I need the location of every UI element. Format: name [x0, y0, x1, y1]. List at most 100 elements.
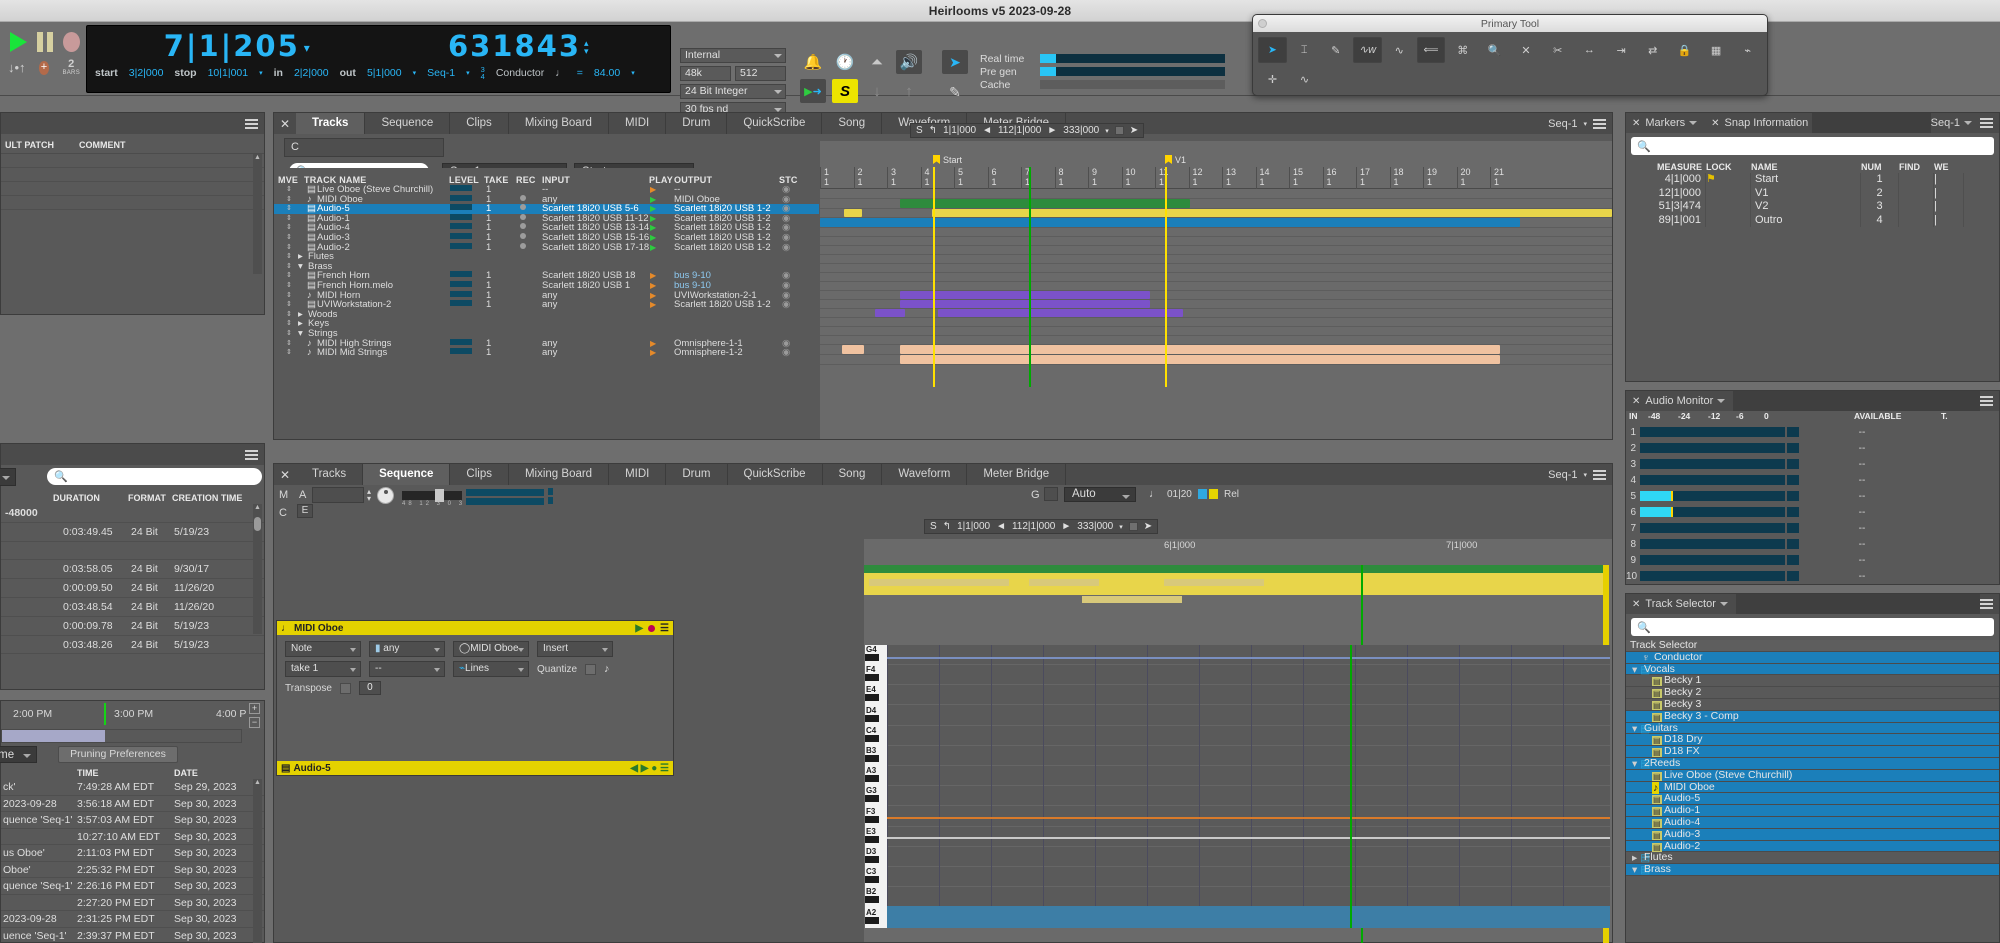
we-cell[interactable]: | — [1934, 213, 1964, 227]
play-icon[interactable] — [10, 32, 27, 52]
tab-song[interactable]: Song — [822, 113, 883, 134]
move-handle-icon[interactable]: ⇕ — [286, 195, 292, 205]
metronome-icon[interactable]: ⏶ — [864, 50, 890, 74]
track-lane[interactable] — [820, 336, 1612, 345]
event-type-select[interactable]: Note — [285, 641, 361, 657]
conductor-cell[interactable]: C — [284, 138, 444, 157]
tab-drum[interactable]: Drum — [666, 113, 728, 134]
audio-clip[interactable] — [844, 209, 862, 217]
chevron-down-icon[interactable] — [1964, 121, 1972, 125]
we-cell[interactable]: | — [1934, 200, 1964, 214]
lock-icon[interactable]: 🔒 — [1670, 37, 1699, 63]
marker-v1[interactable]: V1 — [1165, 155, 1186, 165]
scrollbar[interactable]: ▲ — [253, 779, 262, 943]
play-enable-icon[interactable]: ▶ — [650, 233, 656, 243]
piano-black-key[interactable] — [865, 654, 879, 661]
audio-clip[interactable] — [938, 309, 1183, 317]
conductor-label[interactable]: Conductor — [496, 67, 544, 79]
move-handle-icon[interactable]: ⇕ — [286, 348, 292, 358]
track-lane[interactable] — [820, 273, 1612, 282]
stereo-toggle-icon[interactable]: ◉ — [782, 243, 790, 253]
piano-black-key[interactable] — [865, 876, 879, 884]
playhead[interactable] — [1029, 167, 1031, 387]
level-indicator[interactable] — [450, 194, 472, 201]
table-row[interactable]: us Oboe' 2:11:03 PM EDT Sep 30, 2023 — [1, 845, 264, 862]
transpose-value[interactable]: 0 — [358, 681, 381, 695]
find-cell[interactable] — [1899, 213, 1934, 227]
play-enable-icon[interactable]: ▶ — [650, 214, 656, 224]
record-enable-icon[interactable] — [520, 223, 526, 230]
level-indicator[interactable] — [450, 338, 472, 345]
audio-clip[interactable] — [900, 355, 1500, 364]
memory-cycle-icon[interactable]: ↓•↑ — [8, 61, 26, 74]
move-handle-icon[interactable]: ⇕ — [286, 262, 292, 272]
list-item[interactable] — [1, 196, 264, 210]
bit-depth-select[interactable]: 24 Bit Integer — [680, 84, 786, 99]
move-handle-icon[interactable]: ⇕ — [286, 185, 292, 195]
audio-clip[interactable] — [900, 300, 1150, 308]
take2-select[interactable]: -- — [369, 661, 445, 677]
marker-start[interactable]: Start — [933, 155, 962, 165]
track-lane[interactable] — [820, 291, 1612, 300]
piano-black-key[interactable] — [865, 896, 879, 904]
menu-icon[interactable] — [1593, 468, 1606, 482]
lock-cell[interactable] — [1706, 186, 1751, 200]
close-icon[interactable]: ✕ — [274, 464, 296, 485]
sample-rate-field[interactable]: 48k — [680, 66, 731, 81]
table-row[interactable]: 51|3|474 V2 3 | — [1626, 200, 1999, 214]
midi-region[interactable] — [1029, 579, 1099, 586]
play-enable-icon[interactable]: ▶ — [650, 223, 656, 233]
scissors-icon[interactable]: ✂ — [1543, 37, 1572, 63]
piano-black-key[interactable] — [865, 775, 879, 783]
midi-note[interactable] — [887, 817, 1610, 819]
tab-drum[interactable]: Drum — [666, 464, 728, 485]
audio-clip[interactable] — [900, 199, 1190, 208]
scrollbar[interactable]: ▲ — [253, 504, 262, 634]
midi-region[interactable] — [869, 579, 1009, 586]
folder-expanded-icon[interactable]: ▾ — [298, 329, 303, 339]
roll-icon[interactable]: ⇥ — [1607, 37, 1636, 63]
track-lane[interactable] — [820, 255, 1612, 264]
tab-midi[interactable]: MIDI — [609, 113, 667, 134]
sequence-ruler[interactable]: 6|1|000 7|1|000 — [864, 539, 1612, 565]
piano-black-key[interactable] — [865, 815, 879, 823]
hand-plus-icon[interactable]: ✛ — [1258, 66, 1287, 92]
level-indicator[interactable] — [450, 348, 472, 355]
color-swatch-blue[interactable] — [1198, 489, 1207, 499]
track-name-field[interactable] — [312, 487, 364, 503]
marker-name-cell[interactable]: V2 — [1751, 200, 1861, 214]
shuffle-icon[interactable]: ⇄ — [1638, 37, 1667, 63]
snap-icon[interactable]: ⌁ — [1733, 37, 1762, 63]
audio-clip[interactable] — [820, 218, 1520, 227]
track-lane[interactable] — [820, 246, 1612, 255]
marker-name-cell[interactable]: Start — [1751, 173, 1861, 187]
zoom-in-button[interactable]: + — [249, 703, 260, 714]
grid-icon[interactable]: ▦ — [1702, 37, 1731, 63]
midi-region[interactable] — [1082, 596, 1182, 603]
x-mute-icon[interactable]: ✕ — [1512, 37, 1541, 63]
input-name[interactable]: any — [542, 348, 557, 358]
i-beam-icon[interactable]: ⌶ — [1290, 37, 1319, 63]
record-enable-icon[interactable] — [520, 194, 526, 201]
stereo-toggle-icon[interactable]: ◉ — [782, 300, 790, 310]
record-enable-icon[interactable] — [520, 213, 526, 220]
record-icon[interactable] — [63, 32, 80, 52]
seq-badge[interactable]: Seq-1 — [1548, 469, 1577, 481]
we-cell[interactable]: | — [1934, 186, 1964, 200]
menu-icon[interactable] — [245, 117, 258, 131]
bar-ruler[interactable]: 1 1 2 1 3 1 4 1 5 1 6 1 7 1 8 1 9 1 10 1 11 1 12 1 13 1 14 1 15 1 16 1 1… — [820, 167, 1612, 189]
midi-track-icon[interactable]: ♪ — [307, 348, 312, 358]
move-handle-icon[interactable]: ⇕ — [286, 252, 292, 262]
piano-black-key[interactable] — [865, 795, 879, 803]
wave-icon[interactable]: ∿ — [1385, 37, 1414, 63]
metronome-click-icon[interactable]: 🔔 — [800, 50, 826, 74]
table-row[interactable]: uence 'Seq-1' 2:39:37 PM EDT Sep 30, 202… — [1, 928, 264, 943]
undo-arrow-icon[interactable]: ↰ — [929, 125, 937, 136]
add-icon[interactable]: + — [38, 60, 50, 75]
level-indicator[interactable] — [450, 271, 472, 278]
pointer-icon[interactable]: ➤ — [1258, 37, 1287, 63]
playhead[interactable] — [1350, 645, 1352, 928]
table-row[interactable]: 12|1|000 V1 2 | — [1626, 186, 1999, 200]
pointer-icon[interactable]: ➤ — [1144, 521, 1152, 532]
input-name[interactable]: Scarlett 18i20 USB 17-18 — [542, 243, 649, 253]
